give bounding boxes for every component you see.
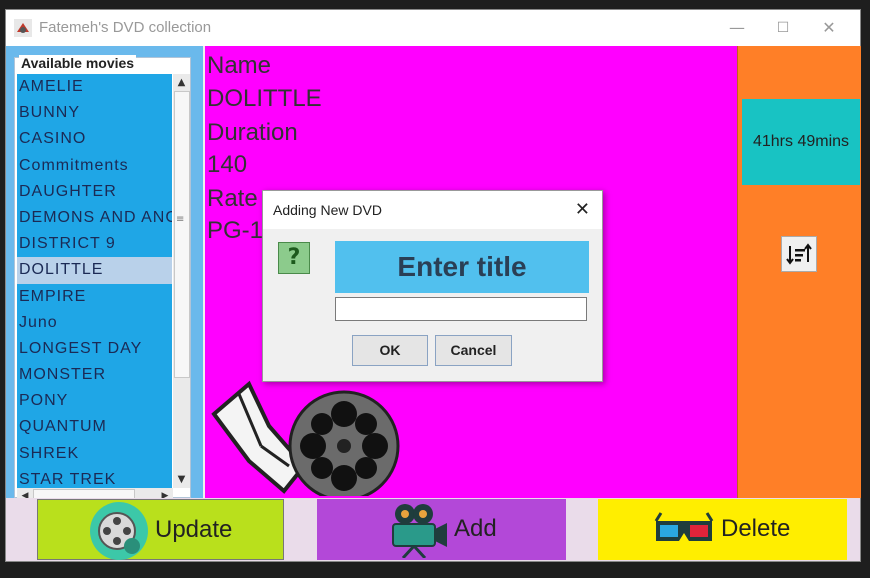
scroll-grip-icon: ≡: [176, 214, 185, 225]
dialog-title-bar[interactable]: Adding New DVD ✕: [263, 191, 602, 229]
list-item[interactable]: Commitments: [17, 153, 172, 179]
list-item[interactable]: DAUGHTER: [17, 179, 172, 205]
ok-button[interactable]: OK: [352, 335, 428, 366]
list-item[interactable]: BUNNY: [17, 100, 172, 126]
sort-icon: [786, 243, 812, 265]
list-item[interactable]: AMELIE: [17, 74, 172, 100]
list-item[interactable]: LONGEST DAY: [17, 336, 172, 362]
update-label: Update: [155, 516, 233, 543]
add-label: Add: [454, 515, 497, 542]
3d-glasses-icon: [654, 512, 714, 541]
list-item[interactable]: MONSTER: [17, 362, 172, 388]
list-item[interactable]: CASINO: [17, 126, 172, 152]
sort-button[interactable]: [781, 236, 817, 272]
movie-list-box: Available movies AMELIE BUNNY CASINO Com…: [14, 55, 191, 505]
action-bar: Update Add Delete: [6, 498, 860, 561]
list-item[interactable]: DEMONS AND ANGELS: [17, 205, 172, 231]
title-input[interactable]: [335, 297, 587, 321]
dialog-title: Adding New DVD: [273, 202, 382, 218]
list-item[interactable]: DISTRICT 9: [17, 231, 172, 257]
list-item-selected[interactable]: DOLITTLE: [17, 257, 172, 284]
movie-list-panel: Available movies AMELIE BUNNY CASINO Com…: [6, 46, 203, 505]
scroll-thumb[interactable]: [174, 91, 190, 378]
question-icon: ?: [278, 242, 310, 274]
add-button[interactable]: Add: [317, 499, 566, 560]
close-button[interactable]: ✕: [806, 10, 852, 46]
dialog-close-icon[interactable]: ✕: [575, 199, 590, 220]
update-reel-icon: [90, 502, 148, 560]
java-app-icon: [14, 19, 32, 37]
scroll-down-icon[interactable]: ▼: [173, 471, 190, 488]
dialog-prompt: Enter title: [335, 241, 589, 293]
total-duration: 41hrs 49mins: [742, 99, 860, 185]
maximize-button[interactable]: ☐: [760, 10, 806, 46]
rate-label: Rate: [207, 185, 258, 212]
list-item[interactable]: QUANTUM: [17, 414, 172, 440]
list-item[interactable]: SHREK: [17, 441, 172, 467]
video-camera-icon: [392, 504, 447, 558]
list-item[interactable]: Juno: [17, 310, 172, 336]
movie-list[interactable]: AMELIE BUNNY CASINO Commitments DAUGHTER…: [17, 74, 172, 488]
delete-label: Delete: [721, 515, 791, 542]
name-value: DOLITTLE: [207, 85, 322, 112]
list-item[interactable]: PONY: [17, 388, 172, 414]
title-bar[interactable]: Fatemeh's DVD collection — ☐ ✕: [6, 10, 860, 46]
update-button[interactable]: Update: [37, 499, 284, 560]
duration-label: Duration: [207, 119, 298, 146]
scroll-up-icon[interactable]: ▲: [173, 74, 190, 91]
list-header: Available movies: [19, 55, 137, 71]
list-item[interactable]: STAR TREK: [17, 467, 172, 488]
delete-button[interactable]: Delete: [598, 499, 847, 560]
summary-panel: 41hrs 49mins: [737, 46, 861, 498]
list-item[interactable]: EMPIRE: [17, 284, 172, 310]
cancel-button[interactable]: Cancel: [435, 335, 512, 366]
window-title: Fatemeh's DVD collection: [39, 19, 212, 36]
vertical-scrollbar[interactable]: ▲ ≡ ▼: [173, 74, 190, 488]
name-label: Name: [207, 52, 272, 79]
add-dvd-dialog: Adding New DVD ✕ ? Enter title OK Cancel: [262, 190, 603, 382]
minimize-button[interactable]: —: [714, 10, 760, 46]
duration-value: 140: [207, 151, 248, 178]
